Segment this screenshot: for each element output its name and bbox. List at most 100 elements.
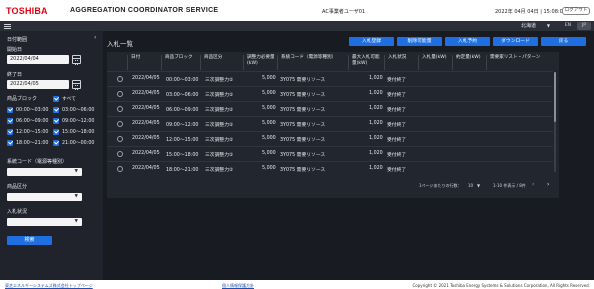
table-row[interactable]: 2022/04/05 03:00～06:00 三次調整力② 5,000 3Y07…: [107, 86, 553, 101]
cell-status: 受付終了: [387, 153, 407, 158]
block-checkbox[interactable]: 03:00～06:00: [53, 106, 94, 113]
checkbox-checked-icon: [53, 106, 59, 113]
chevron-down-icon: ▼: [74, 219, 78, 224]
cell-date: 2022/04/05: [132, 121, 160, 126]
logout-button[interactable]: ログアウト: [562, 7, 590, 15]
cell-block: 15:00～18:00: [166, 153, 199, 158]
cell-required: 5,000: [262, 151, 276, 156]
row-radio[interactable]: [117, 91, 123, 97]
cell-date: 2022/04/05: [132, 166, 160, 171]
column-header[interactable]: 需要家リスト・パターン: [486, 55, 540, 70]
cell-date: 2022/04/05: [132, 91, 160, 96]
system-code-label: 系統コード（電源等種別）: [7, 159, 68, 165]
chevron-down-icon: ▼: [546, 23, 550, 28]
checkbox-checked-icon: [7, 117, 13, 124]
cell-max: 1,020: [369, 151, 383, 156]
column-header[interactable]: 最大入札可能量(kW): [348, 55, 384, 70]
column-header[interactable]: 日付: [127, 55, 140, 70]
start-date-label: 開始日: [7, 47, 23, 53]
column-header[interactable]: 商品区分: [200, 55, 222, 70]
table-row[interactable]: 2022/04/05 15:00～18:00 三次調整力② 5,000 3Y07…: [107, 146, 553, 161]
lang-jp-button[interactable]: JP: [577, 22, 591, 30]
end-date-label: 終了日: [7, 72, 23, 78]
column-header[interactable]: 調整力必要量(kW): [243, 55, 277, 70]
cell-max: 1,020: [369, 106, 383, 111]
block-all-checkbox[interactable]: すべて: [53, 95, 76, 102]
table-row[interactable]: 2022/04/05 12:00～15:00 三次調整力② 5,000 3Y07…: [107, 131, 553, 146]
checkbox-label: 15:00～18:00: [62, 130, 95, 135]
cell-max: 1,020: [369, 76, 383, 81]
column-header[interactable]: 入札状況: [384, 55, 406, 70]
row-radio[interactable]: [117, 76, 123, 82]
date-range-heading: 日付範囲: [7, 37, 28, 43]
calendar-icon[interactable]: [72, 80, 81, 90]
collapse-sidebar-icon[interactable]: ‹: [94, 34, 96, 41]
table-scrollbar-thumb[interactable]: [554, 72, 556, 122]
cell-status: 受付終了: [387, 168, 407, 173]
product-class-select[interactable]: ▼: [7, 193, 82, 201]
checkbox-label: 03:00～06:00: [62, 108, 95, 113]
download-button[interactable]: ダウンロード: [493, 37, 538, 46]
cell-max: 1,020: [369, 91, 383, 96]
cell-code: 3Y075 需要リソース: [280, 78, 326, 83]
cell-block: 18:00～21:00: [166, 168, 199, 173]
start-date-input[interactable]: 2022/04/04: [7, 55, 69, 64]
bid-status-label: 入札状況: [7, 209, 28, 215]
block-checkbox[interactable]: 06:00～09:00: [7, 117, 48, 124]
lang-en-button[interactable]: EN: [561, 22, 575, 30]
user-name: AC事業者ユーザ01: [322, 9, 366, 15]
row-radio[interactable]: [117, 136, 123, 142]
rows-per-page-select[interactable]: 10: [468, 183, 473, 188]
table-row[interactable]: 2022/04/05 06:00～09:00 三次調整力② 5,000 3Y07…: [107, 101, 553, 116]
system-code-select[interactable]: ▼: [7, 168, 82, 176]
current-datetime: 2022年 04月 04日 | 15:08:03: [495, 9, 566, 15]
bid-status-select[interactable]: ▼: [7, 218, 82, 226]
deletable-amount-button[interactable]: 削除可能量: [397, 37, 442, 46]
cell-class: 三次調整力②: [205, 123, 234, 128]
block-checkbox[interactable]: 09:00～12:00: [53, 117, 94, 124]
table-row[interactable]: 2022/04/05 09:00～12:00 三次調整力② 5,000 3Y07…: [107, 116, 553, 131]
column-header[interactable]: 商品ブロック: [161, 55, 193, 70]
region-select[interactable]: 北海道 ▼: [517, 22, 559, 30]
checkbox-checked-icon: [53, 117, 59, 124]
column-header[interactable]: 約定量(kW): [452, 55, 481, 70]
cell-max: 1,020: [369, 136, 383, 141]
end-date-input[interactable]: 2022/04/05: [7, 80, 69, 89]
table-row[interactable]: 2022/04/05 18:00～21:00 三次調整力② 5,000 3Y07…: [107, 161, 553, 176]
checkbox-label: すべて: [62, 97, 76, 102]
prev-page-icon[interactable]: ‹: [532, 181, 534, 188]
calendar-icon[interactable]: [72, 55, 81, 65]
rows-per-page-label: 1ページあたりの行数：: [419, 183, 462, 188]
company-top-link[interactable]: 東芝エネルギーシステムズ株式会社トップページ: [5, 283, 93, 289]
block-checkbox[interactable]: 21:00～00:00: [53, 139, 94, 146]
row-radio[interactable]: [117, 151, 123, 157]
search-button[interactable]: 検索: [7, 236, 52, 245]
checkbox-label: 21:00～00:00: [62, 141, 95, 146]
hamburger-menu-icon[interactable]: [4, 24, 11, 29]
register-bid-button[interactable]: 入札登録: [349, 37, 394, 46]
cell-class: 三次調整力②: [205, 153, 234, 158]
region-select-value: 北海道: [521, 23, 537, 29]
back-button[interactable]: 戻る: [541, 37, 586, 46]
cell-status: 受付終了: [387, 108, 407, 113]
reserve-bid-button[interactable]: 入札予約: [445, 37, 490, 46]
block-checkbox[interactable]: 18:00～21:00: [7, 139, 48, 146]
column-header[interactable]: 系統コード（電源等種別）: [277, 55, 336, 70]
privacy-policy-link[interactable]: 個人情報保護方針: [222, 283, 254, 289]
next-page-icon[interactable]: ›: [547, 181, 549, 188]
column-header[interactable]: 入札量(kW): [418, 55, 447, 70]
table-row[interactable]: 2022/04/05 00:00～03:00 三次調整力② 5,000 3Y07…: [107, 71, 553, 86]
block-checkbox[interactable]: 15:00～18:00: [53, 128, 94, 135]
table-header: 日付 商品ブロック 商品区分 調整力必要量(kW) 系統コード（電源等種別） 最…: [107, 55, 553, 70]
row-radio[interactable]: [117, 166, 123, 172]
cell-status: 受付終了: [387, 93, 407, 98]
block-checkbox[interactable]: 12:00～15:00: [7, 128, 48, 135]
checkbox-checked-icon: [53, 128, 59, 135]
row-radio[interactable]: [117, 106, 123, 112]
checkbox-checked-icon: [7, 106, 13, 113]
chevron-down-icon[interactable]: ▼: [477, 183, 480, 188]
block-checkbox[interactable]: 00:00～03:00: [7, 106, 48, 113]
cell-block: 06:00～09:00: [166, 108, 199, 113]
cell-block: 00:00～03:00: [166, 78, 199, 83]
row-radio[interactable]: [117, 121, 123, 127]
